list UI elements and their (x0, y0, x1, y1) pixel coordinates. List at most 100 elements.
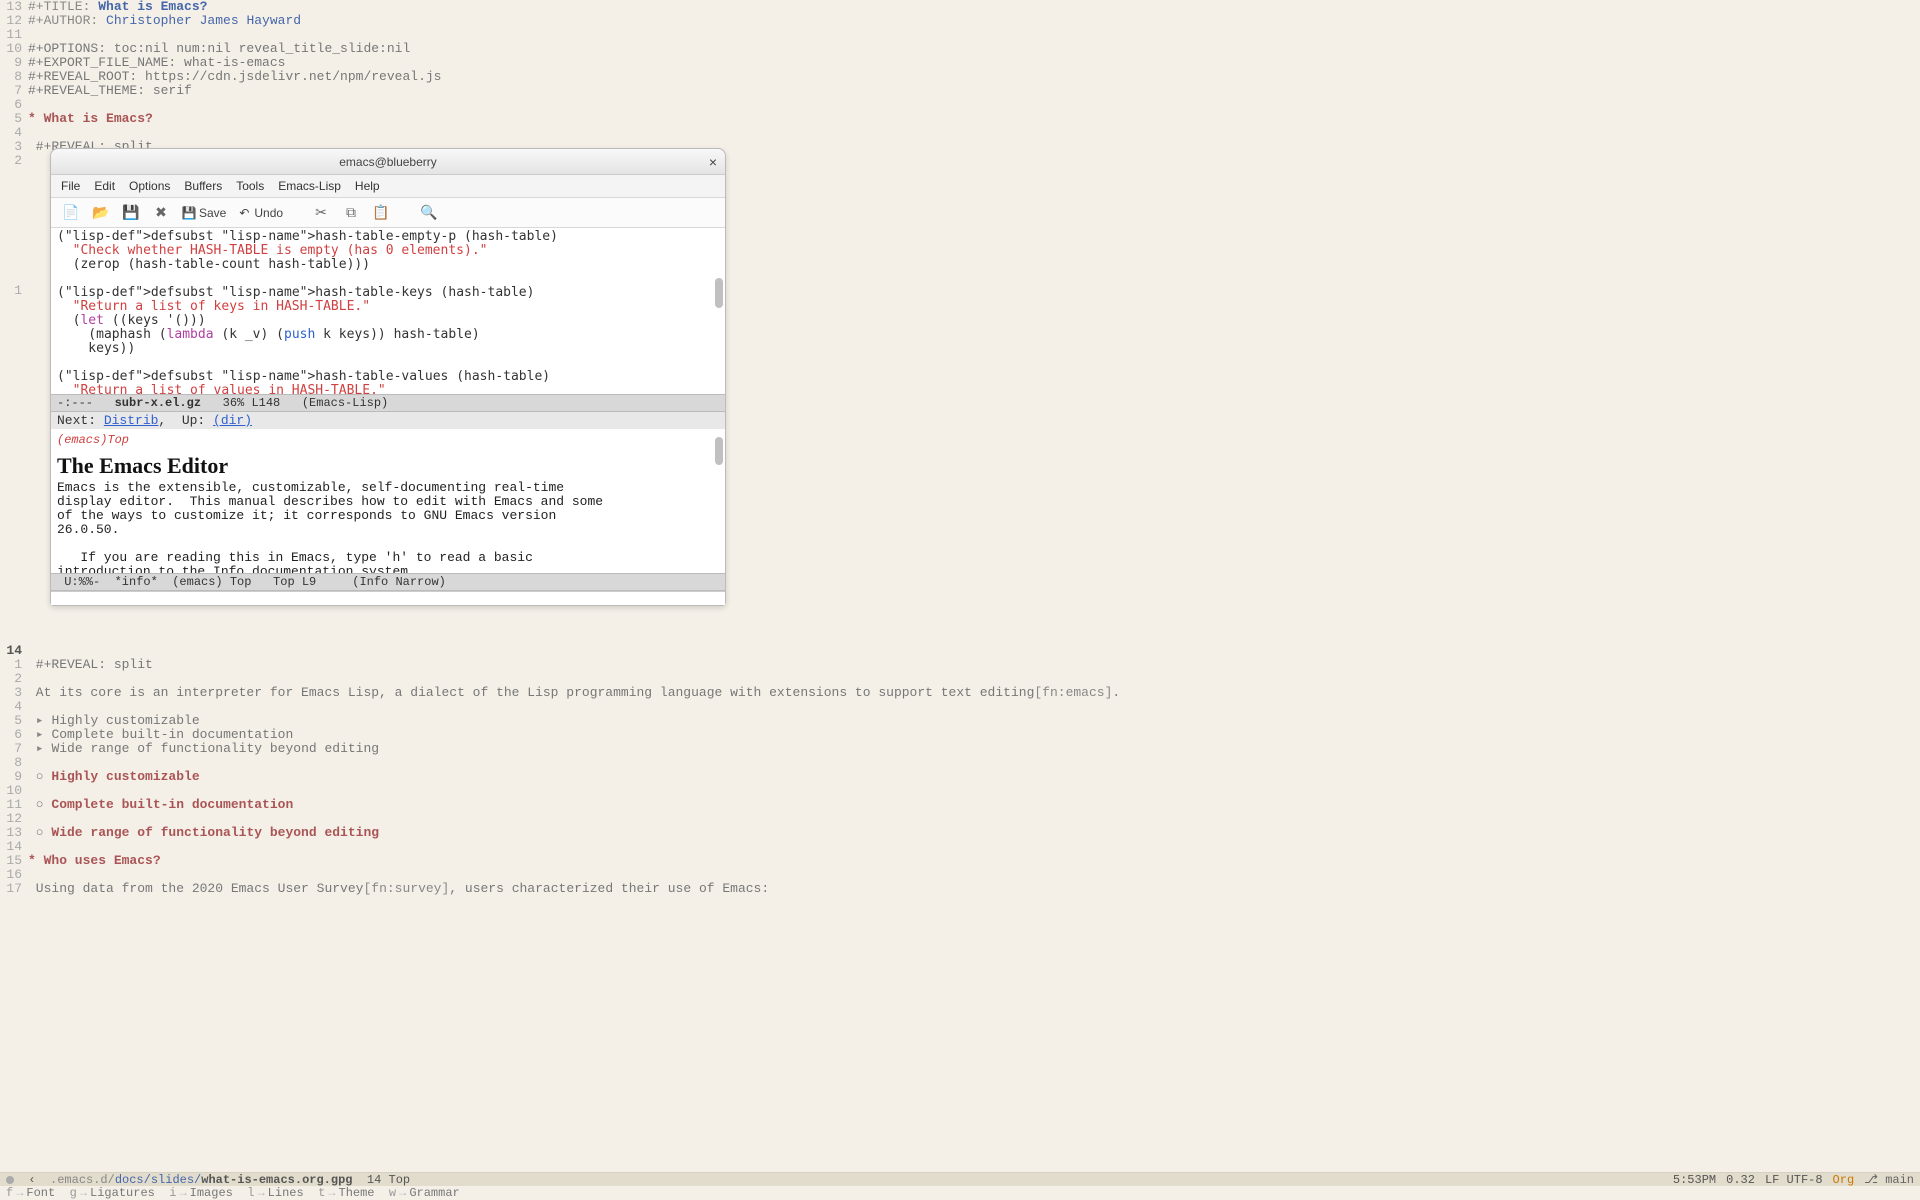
line-number: 2 (0, 672, 28, 686)
code-line[interactable]: * Who uses Emacs? (28, 854, 1920, 868)
line-number: 10 (0, 784, 28, 798)
menu-buffers[interactable]: Buffers (184, 179, 222, 193)
line-number: 16 (0, 868, 28, 882)
line-number: 7 (0, 84, 28, 98)
which-key-line: f→Font g→Ligatures i→Images l→Lines t→Th… (0, 1186, 1920, 1200)
line-number: 4 (0, 126, 28, 140)
line-number: 3 (0, 686, 28, 700)
path-dim: .emacs.d/ (50, 1173, 115, 1187)
line-number: 4 (0, 700, 28, 714)
line-number: 1 (0, 284, 28, 298)
save-disk-icon: 💾 (181, 205, 197, 221)
line-number: 3 (0, 140, 28, 154)
code-line[interactable] (28, 644, 1920, 658)
info-body: Emacs is the extensible, customizable, s… (51, 481, 725, 573)
code-line[interactable]: At its core is an interpreter for Emacs … (28, 686, 1920, 700)
menu-help[interactable]: Help (355, 179, 380, 193)
search-icon[interactable]: 🔍 (419, 203, 439, 223)
code-line[interactable]: #+REVEAL_THEME: serif (28, 84, 1920, 98)
code-line[interactable] (28, 126, 1920, 140)
buffer-lisp[interactable]: ("lisp-def">defsubst "lisp-name">hash-ta… (51, 228, 725, 394)
scrollbar-thumb[interactable] (715, 437, 723, 465)
code-line[interactable] (28, 756, 1920, 770)
new-file-icon[interactable]: 📄 (61, 203, 81, 223)
code-line[interactable] (28, 672, 1920, 686)
code-line[interactable]: ▸ Wide range of functionality beyond edi… (28, 742, 1920, 756)
open-file-icon[interactable]: 📂 (91, 203, 111, 223)
code-line[interactable]: #+TITLE: What is Emacs? (28, 0, 1920, 14)
undo-icon: ↶ (236, 205, 252, 221)
line-number: 6 (0, 728, 28, 742)
code-line[interactable]: #+REVEAL: split (28, 658, 1920, 672)
info-node: (emacs)Top (51, 429, 725, 447)
info-nav: Next: Distrib, Up: (dir) (51, 412, 725, 429)
code-line[interactable]: #+REVEAL_ROOT: https://cdn.jsdelivr.net/… (28, 70, 1920, 84)
toolbar: 📄 📂 💾 ✖ 💾Save ↶Undo ✂ ⧉ 📋 🔍 (51, 198, 725, 228)
menu-emacs-lisp[interactable]: Emacs-Lisp (278, 179, 341, 193)
code-line[interactable]: ▸ Complete built-in documentation (28, 728, 1920, 742)
line-number: 9 (0, 770, 28, 784)
emacs-window: emacs@blueberry × File Edit Options Buffers… (50, 148, 726, 606)
code-line[interactable]: * What is Emacs? (28, 112, 1920, 126)
close-file-icon[interactable]: ✖ (151, 203, 171, 223)
line-number: 10 (0, 42, 28, 56)
line-number: 14 (0, 840, 28, 854)
buffer-info[interactable]: (emacs)Top The Emacs Editor Emacs is the… (51, 429, 725, 573)
code-line[interactable] (28, 98, 1920, 112)
mode-line-lisp: -:--- subr-x.el.gz 36% L148 (Emacs-Lisp) (51, 394, 725, 412)
menu-tools[interactable]: Tools (236, 179, 264, 193)
line-number: 1 (0, 658, 28, 672)
status-dot-icon (6, 1176, 14, 1184)
line-number: 6 (0, 98, 28, 112)
undo-button[interactable]: ↶Undo (236, 205, 283, 221)
code-line[interactable] (28, 28, 1920, 42)
save-button[interactable]: 💾Save (181, 205, 226, 221)
line-number: 5 (0, 714, 28, 728)
line-number: 2 (0, 154, 28, 168)
code-line[interactable]: ○ Highly customizable (28, 770, 1920, 784)
line-number: 12 (0, 14, 28, 28)
cut-icon[interactable]: ✂ (311, 203, 331, 223)
path-file: what-is-emacs.org.gpg (201, 1173, 352, 1187)
line-number: 7 (0, 742, 28, 756)
code-line[interactable]: ○ Wide range of functionality beyond edi… (28, 826, 1920, 840)
code-line[interactable] (28, 784, 1920, 798)
code-line[interactable]: Using data from the 2020 Emacs User Surv… (28, 882, 1920, 896)
line-number: 11 (0, 28, 28, 42)
code-line[interactable] (28, 840, 1920, 854)
code-line[interactable] (28, 868, 1920, 882)
mode-line-info: U:%%- *info* (emacs) Top Top L9 (Info Na… (51, 573, 725, 591)
scrollbar-thumb[interactable] (715, 278, 723, 308)
paste-icon[interactable]: 📋 (371, 203, 391, 223)
line-number: 14 (0, 644, 28, 658)
code-line[interactable] (28, 700, 1920, 714)
code-line[interactable]: #+EXPORT_FILE_NAME: what-is-emacs (28, 56, 1920, 70)
save-icon[interactable]: 💾 (121, 203, 141, 223)
window-title: emacs@blueberry (339, 155, 437, 169)
info-link-up[interactable]: (dir) (213, 413, 252, 428)
line-number: 8 (0, 70, 28, 84)
menu-options[interactable]: Options (129, 179, 170, 193)
code-line[interactable] (28, 812, 1920, 826)
status-encoding: LF UTF-8 (1765, 1173, 1823, 1187)
window-titlebar[interactable]: emacs@blueberry × (51, 149, 725, 175)
code-line[interactable]: #+OPTIONS: toc:nil num:nil reveal_title_… (28, 42, 1920, 56)
menu-bar: File Edit Options Buffers Tools Emacs-Lisp Hel… (51, 175, 725, 198)
branch-icon: ⎇ main (1864, 1172, 1914, 1187)
line-number: 12 (0, 812, 28, 826)
minibuffer[interactable] (51, 591, 725, 605)
code-line[interactable]: #+AUTHOR: Christopher James Hayward (28, 14, 1920, 28)
line-number: 11 (0, 798, 28, 812)
cursor-pos: 14 Top (352, 1173, 410, 1187)
code-line[interactable]: ○ Complete built-in documentation (28, 798, 1920, 812)
menu-edit[interactable]: Edit (94, 179, 115, 193)
status-time: 5:53PM (1673, 1173, 1716, 1187)
close-icon[interactable]: × (709, 154, 717, 170)
copy-icon[interactable]: ⧉ (341, 203, 361, 223)
status-mode: Org (1833, 1173, 1855, 1187)
code-line[interactable]: ▸ Highly customizable (28, 714, 1920, 728)
menu-file[interactable]: File (61, 179, 80, 193)
info-link-next[interactable]: Distrib (104, 413, 159, 428)
path-mid: docs/slides/ (115, 1173, 201, 1187)
line-number: 13 (0, 0, 28, 14)
